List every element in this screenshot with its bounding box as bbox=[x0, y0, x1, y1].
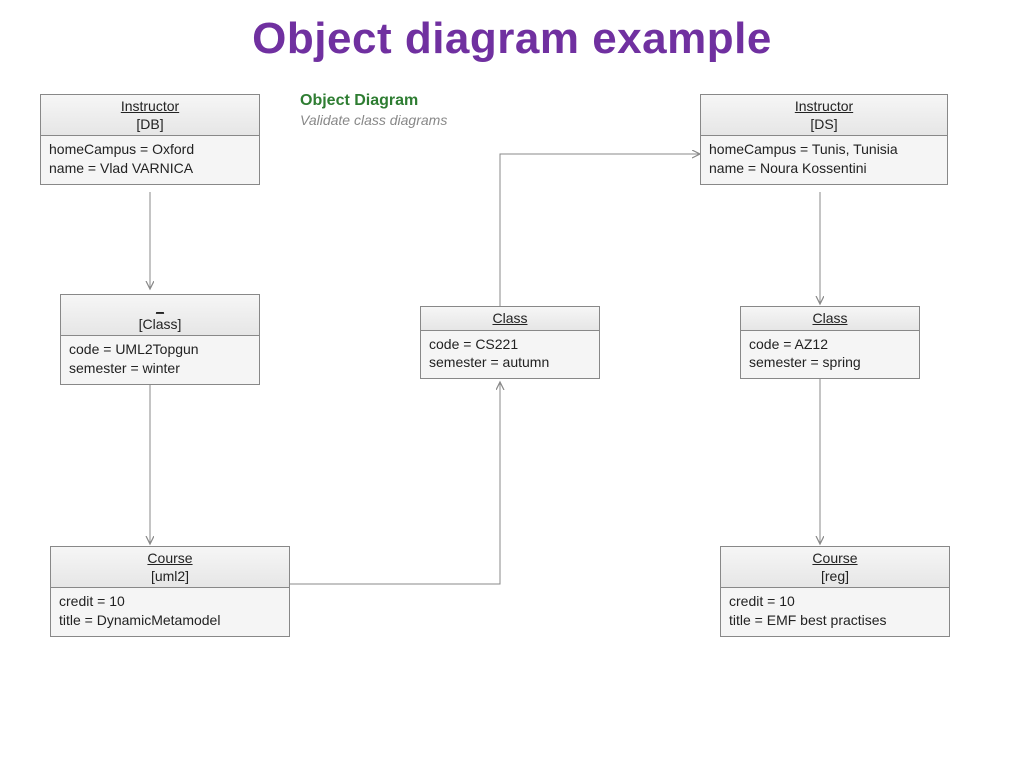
obj-attrs: credit = 10 title = EMF best practises bbox=[721, 588, 949, 636]
obj-type: Class bbox=[812, 310, 847, 326]
obj-course-reg: Course [reg] credit = 10 title = EMF bes… bbox=[720, 546, 950, 637]
obj-course-uml2: Course [uml2] credit = 10 title = Dynami… bbox=[50, 546, 290, 637]
obj-type: Course bbox=[147, 550, 192, 566]
obj-instance: [DS] bbox=[707, 116, 941, 134]
obj-attrs: code = AZ12 semester = spring bbox=[741, 331, 919, 379]
obj-instance: [uml2] bbox=[57, 568, 283, 586]
connector-layer bbox=[0, 84, 1024, 764]
obj-instance: [DB] bbox=[47, 116, 253, 134]
obj-attrs: code = CS221 semester = autumn bbox=[421, 331, 599, 379]
obj-class-a: _ [Class] code = UML2Topgun semester = w… bbox=[60, 294, 260, 385]
obj-type: Instructor bbox=[795, 98, 853, 114]
obj-type: _ bbox=[156, 298, 164, 314]
obj-instructor-ds: Instructor [DS] homeCampus = Tunis, Tuni… bbox=[700, 94, 948, 185]
obj-class-b: Class code = CS221 semester = autumn bbox=[420, 306, 600, 379]
obj-type: Instructor bbox=[121, 98, 179, 114]
obj-type: Course bbox=[812, 550, 857, 566]
obj-instance: [Class] bbox=[67, 316, 253, 334]
obj-attrs: code = UML2Topgun semester = winter bbox=[61, 336, 259, 384]
obj-attrs: credit = 10 title = DynamicMetamodel bbox=[51, 588, 289, 636]
obj-attrs: homeCampus = Oxford name = Vlad VARNICA bbox=[41, 136, 259, 184]
diagram-subtitle-caption: Validate class diagrams bbox=[300, 112, 447, 128]
page-title: Object diagram example bbox=[0, 14, 1024, 64]
obj-type: Class bbox=[492, 310, 527, 326]
diagram-subtitle: Object Diagram Validate class diagrams bbox=[300, 92, 447, 128]
obj-attrs: homeCampus = Tunis, Tunisia name = Noura… bbox=[701, 136, 947, 184]
obj-class-c: Class code = AZ12 semester = spring bbox=[740, 306, 920, 379]
obj-instructor-db: Instructor [DB] homeCampus = Oxford name… bbox=[40, 94, 260, 185]
diagram-subtitle-heading: Object Diagram bbox=[300, 92, 447, 110]
object-diagram: Object Diagram Validate class diagrams I… bbox=[0, 84, 1024, 764]
obj-instance: [reg] bbox=[727, 568, 943, 586]
